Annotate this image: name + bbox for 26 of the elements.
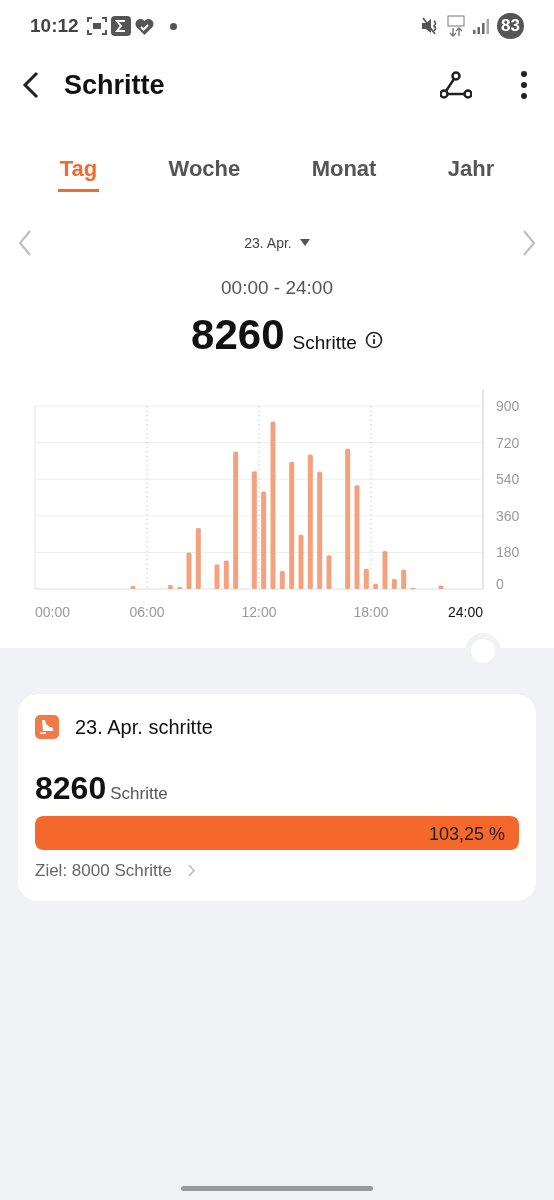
date-dropdown[interactable]: 23. Apr. bbox=[244, 232, 310, 254]
axis-label: 540 bbox=[496, 470, 520, 487]
axis-label: 0 bbox=[496, 575, 504, 592]
axis-label: 18:00 bbox=[353, 603, 389, 620]
unit-label: Schritte bbox=[292, 330, 357, 355]
battery-level: 83 bbox=[497, 13, 524, 39]
goal-link[interactable]: Ziel: 8000 Schritte bbox=[35, 857, 196, 883]
card-title: 23. Apr. schritte bbox=[75, 714, 213, 740]
axis-label: 360 bbox=[496, 507, 520, 524]
tab[interactable]: Monat bbox=[309, 146, 379, 192]
page-title: Schritte bbox=[64, 68, 165, 102]
step-count: 8260 bbox=[35, 768, 107, 808]
time-range: 00:00 - 24:00 bbox=[220, 276, 334, 300]
unit-label: Schritte bbox=[110, 782, 168, 805]
axis-label: 180 bbox=[496, 543, 520, 560]
axis-label: 00:00 bbox=[35, 603, 71, 620]
axis-label: 24:00 bbox=[447, 603, 483, 620]
clock: 10:12 bbox=[30, 13, 79, 38]
tab[interactable]: Jahr bbox=[445, 146, 497, 192]
axis-label: 06:00 bbox=[129, 603, 165, 620]
axis-label: 900 bbox=[496, 397, 520, 414]
tab[interactable]: Woche bbox=[166, 146, 243, 192]
progress-percent: 103,25 % bbox=[428, 822, 505, 846]
axis-label: 12:00 bbox=[241, 603, 277, 620]
axis-label: 720 bbox=[496, 434, 520, 451]
step-count: 8260 bbox=[191, 309, 285, 360]
